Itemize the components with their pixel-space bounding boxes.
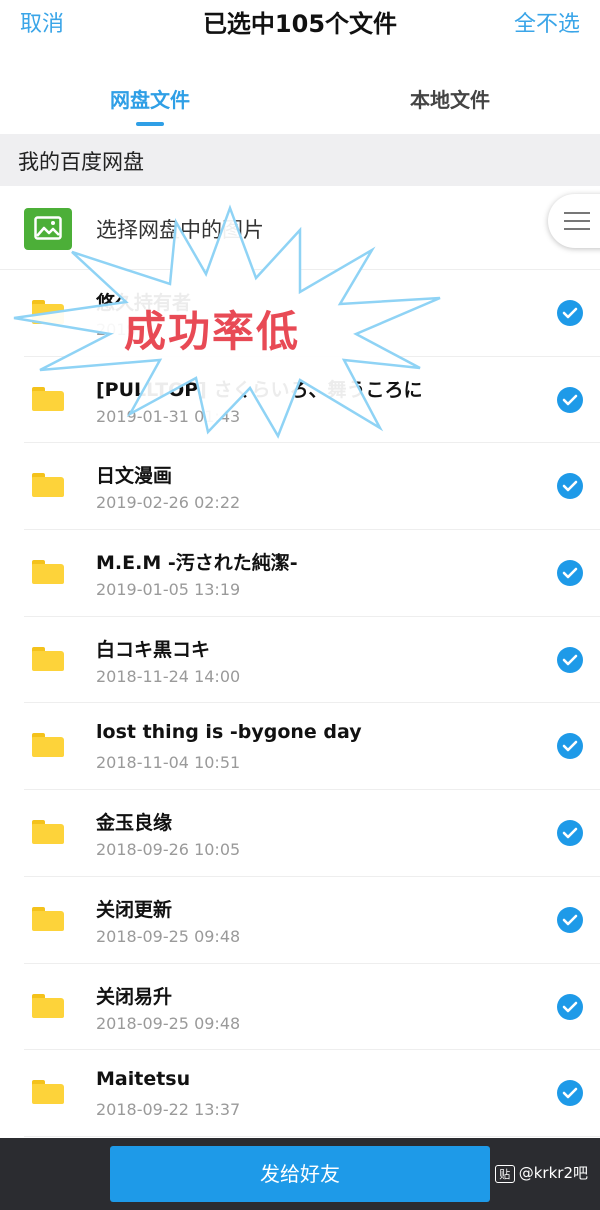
deselect-all-button[interactable]: 全不选 bbox=[514, 6, 580, 38]
checkmark-icon[interactable] bbox=[557, 473, 583, 500]
bottom-bar: 发给好友 贴 @krkr2吧 bbox=[0, 1138, 600, 1210]
checkmark-icon[interactable] bbox=[557, 1080, 583, 1107]
image-icon bbox=[24, 208, 72, 250]
folder-icon bbox=[32, 993, 64, 1018]
file-list: 悠久持有者 2019- [PULLTOP] さくらいろ、舞うころに 2019-0… bbox=[0, 270, 600, 1137]
hamburger-icon-line bbox=[564, 212, 590, 214]
file-date: 2018-09-25 09:48 bbox=[96, 1013, 241, 1033]
tieba-icon: 贴 bbox=[494, 1164, 515, 1183]
send-to-friend-button[interactable]: 发给好友 bbox=[110, 1146, 490, 1202]
checkmark-icon[interactable] bbox=[557, 820, 583, 847]
file-row[interactable]: 白コキ黒コキ 2018-11-24 14:00 bbox=[0, 617, 600, 704]
file-name: 关闭更新 bbox=[96, 898, 173, 921]
folder-icon bbox=[32, 733, 64, 758]
pick-images-row[interactable]: 选择网盘中的图片 bbox=[0, 186, 600, 270]
section-title: 我的百度网盘 bbox=[18, 150, 144, 174]
file-name: M.E.M -汚された純潔- bbox=[96, 552, 298, 575]
file-row[interactable]: lost thing is -bygone day 2018-11-04 10:… bbox=[0, 703, 600, 790]
folder-icon bbox=[32, 300, 64, 324]
checkmark-icon[interactable] bbox=[557, 733, 583, 760]
file-date: 2019-01-31 01:43 bbox=[96, 406, 241, 426]
folder-icon bbox=[32, 473, 64, 498]
file-name: 白コキ黒コキ bbox=[96, 638, 211, 661]
file-date: 2018-09-26 10:05 bbox=[96, 840, 241, 860]
file-date: 2018-09-25 09:48 bbox=[96, 926, 241, 946]
checkmark-icon[interactable] bbox=[557, 646, 583, 673]
file-name: Maitetsu bbox=[96, 1068, 191, 1091]
checkmark-icon[interactable] bbox=[557, 993, 583, 1020]
tab-local-files[interactable]: 本地文件 bbox=[410, 84, 490, 113]
file-name: 金玉良缘 bbox=[96, 812, 173, 835]
checkmark-icon[interactable] bbox=[557, 560, 583, 587]
file-row[interactable]: [PULLTOP] さくらいろ、舞うころに 2019-01-31 01:43 bbox=[0, 357, 600, 444]
file-name: 关闭易升 bbox=[96, 985, 173, 1008]
source-tabs: 网盘文件 本地文件 bbox=[0, 72, 600, 134]
folder-icon bbox=[32, 560, 64, 585]
file-date: 2018-11-24 14:00 bbox=[96, 666, 241, 686]
watermark: 贴 @krkr2吧 bbox=[494, 1162, 588, 1183]
folder-icon bbox=[32, 906, 64, 931]
hamburger-icon-line bbox=[564, 228, 590, 230]
file-row[interactable]: 关闭更新 2018-09-25 09:48 bbox=[0, 877, 600, 964]
folder-icon bbox=[32, 820, 64, 845]
file-date: 2018-09-22 13:37 bbox=[96, 1100, 241, 1120]
pick-images-label: 选择网盘中的图片 bbox=[96, 218, 264, 242]
file-row[interactable]: 日文漫画 2019-02-26 02:22 bbox=[0, 443, 600, 530]
checkmark-icon[interactable] bbox=[557, 386, 583, 413]
file-date: 2019-02-26 02:22 bbox=[96, 493, 241, 513]
file-date: 2019-01-05 13:19 bbox=[96, 580, 241, 600]
watermark-text: @krkr2吧 bbox=[518, 1164, 588, 1182]
side-menu-button[interactable] bbox=[548, 194, 600, 248]
overlay-caption: 成功率低 bbox=[124, 307, 301, 356]
hamburger-icon-line bbox=[564, 220, 590, 222]
tab-cloud-files[interactable]: 网盘文件 bbox=[110, 84, 190, 113]
file-row[interactable]: Maitetsu 2018-09-22 13:37 bbox=[0, 1050, 600, 1137]
checkmark-icon[interactable] bbox=[557, 300, 583, 326]
selection-count-title: 已选中105个文件 bbox=[202, 10, 398, 38]
folder-icon bbox=[32, 1080, 64, 1105]
file-name: [PULLTOP] さくらいろ、舞うころに bbox=[96, 378, 423, 401]
folder-icon bbox=[32, 646, 64, 671]
file-name: 日文漫画 bbox=[96, 465, 173, 488]
section-header: 我的百度网盘 bbox=[0, 134, 600, 186]
file-row[interactable]: M.E.M -汚された純潔- 2019-01-05 13:19 bbox=[0, 530, 600, 617]
file-row[interactable]: 关闭易升 2018-09-25 09:48 bbox=[0, 964, 600, 1051]
top-bar: 取消 已选中105个文件 全不选 bbox=[0, 0, 600, 46]
file-row[interactable]: 金玉良缘 2018-09-26 10:05 bbox=[0, 790, 600, 877]
file-name: lost thing is -bygone day bbox=[96, 721, 362, 744]
checkmark-icon[interactable] bbox=[557, 906, 583, 933]
file-date: 2018-11-04 10:51 bbox=[96, 753, 241, 773]
active-tab-indicator bbox=[136, 122, 164, 126]
folder-icon bbox=[32, 386, 64, 411]
